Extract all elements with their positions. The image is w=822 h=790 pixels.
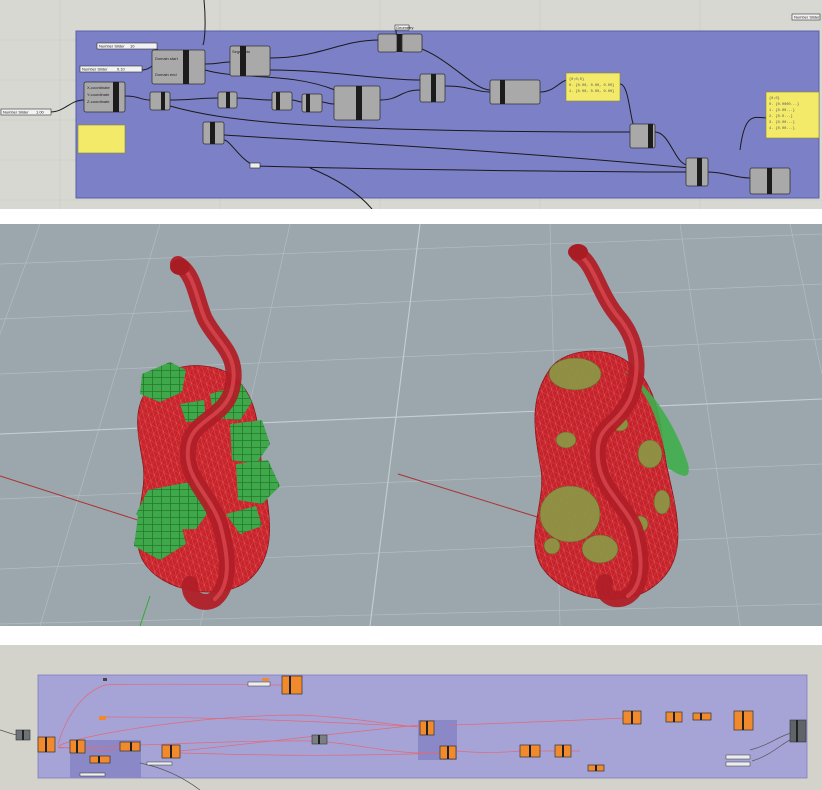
svg-text:Number Slider: Number Slider [82,67,108,72]
note-panel-empty[interactable] [77,124,126,154]
grasshopper-canvas-top[interactable]: Number Slider 1.00 Number Slider 10 Numb… [0,0,822,209]
geometry-tag[interactable]: Geometry [394,24,414,31]
svg-text:Z-coordinate: Z-coordinate [87,99,110,104]
node-f[interactable] [281,675,303,695]
move-component[interactable] [419,73,446,103]
node-j[interactable] [554,744,572,758]
svg-text:Segments: Segments [232,49,250,54]
construct-plane-component[interactable]: X-coordinate Y-coordinate Z-coordinate [83,81,126,113]
svg-text:0.10: 0.10 [117,67,126,72]
mini-slider-1 [247,681,271,687]
svg-text:2. {0.0...}: 2. {0.0...} [769,114,793,119]
node-g[interactable] [419,720,435,736]
note-panel-2[interactable]: {0;0} 0. {0.0000...} 1. {0.00...} 2. {0.… [765,91,820,139]
svg-text:{0;0;0}: {0;0;0} [569,77,584,82]
svg-text:Geometry: Geometry [396,25,414,30]
svg-text:3. {0.00...}: 3. {0.00...} [769,120,795,125]
left-mesh-with-voxels[interactable] [134,256,280,610]
evaluate-a-component[interactable] [217,91,238,109]
box-2pt-component[interactable] [202,121,225,145]
evaluate-b-component[interactable] [271,91,293,111]
input-slider[interactable]: Number Slider 1.00 [0,108,52,116]
svg-text:1. {0.00...}: 1. {0.00...} [769,108,795,113]
mesh-join-component[interactable] [685,157,709,187]
slider-b[interactable]: Number Slider 0.10 [79,65,143,73]
node-h[interactable] [439,745,457,760]
svg-text:0. {0.00, 0.00, 0.00}: 0. {0.00, 0.00, 0.00} [569,83,614,88]
svg-text:10: 10 [130,44,135,49]
svg-text:Domain end: Domain end [155,72,177,77]
node-n[interactable] [692,712,712,721]
svg-text:1.00: 1.00 [36,110,45,115]
mini-slider-3 [146,761,173,766]
node-c[interactable] [119,741,141,752]
svg-text:Number Slider: Number Slider [3,110,29,115]
right-mesh-with-blobs[interactable] [534,244,689,608]
svg-text:0. {0.0000...}: 0. {0.0000...} [769,102,799,107]
node-i[interactable] [519,744,541,758]
svg-text:1. {0.00, 0.00, 0.00}: 1. {0.00, 0.00, 0.00} [569,89,614,94]
svg-text:{0;0}: {0;0} [769,96,780,101]
grasshopper-canvas-bottom[interactable] [0,645,822,790]
small-tag-2 [99,716,106,720]
input-node[interactable] [15,729,31,741]
output-node[interactable] [789,719,807,743]
node-b[interactable] [69,739,86,754]
deconstruct-domain-component[interactable] [333,85,381,121]
node-k[interactable] [587,764,605,772]
evaluate-c-component[interactable] [301,93,323,113]
svg-text:Y-coordinate: Y-coordinate [87,92,110,97]
node-d[interactable] [89,755,111,764]
small-tag-1 [103,678,107,681]
relay-node[interactable] [249,162,261,169]
svg-text:4. {0.00...}: 4. {0.00...} [769,126,795,131]
point-xyz-component[interactable] [377,33,423,53]
x-axis-right [397,473,561,525]
evaluate-length-component[interactable] [749,167,791,195]
x-axis-left [0,475,151,525]
mesh-box-component[interactable] [629,123,656,149]
svg-text:Number Slider: Number Slider [99,44,125,49]
construct-domain-component[interactable]: Domain start Domain end [151,49,206,85]
mini-slider-4 [725,754,751,760]
populate-component[interactable] [489,79,541,105]
node-a[interactable] [37,736,56,753]
divide-domain-component[interactable]: Segments [229,45,271,77]
node-o[interactable] [733,710,754,731]
svg-text:X-coordinate: X-coordinate [87,85,110,90]
list-item-component[interactable] [149,91,171,111]
svg-text:Domain start: Domain start [155,56,179,61]
mini-slider-5 [725,761,751,767]
slider-a[interactable]: Number Slider 10 [96,42,158,50]
note-panel-1[interactable]: {0;0;0} 0. {0.00, 0.00, 0.00} 1. {0.00, … [565,72,621,102]
node-m[interactable] [665,711,683,723]
rhino-viewport[interactable] [0,224,822,626]
y-axis [139,595,151,626]
small-tag-3 [262,678,269,681]
mini-slider-2 [79,772,106,777]
node-e[interactable] [161,744,181,759]
grey-node[interactable] [311,734,328,745]
svg-text:Number Slider: Number Slider [794,15,820,20]
node-l[interactable] [622,710,642,725]
corner-tag[interactable]: Number Slider [791,13,821,21]
